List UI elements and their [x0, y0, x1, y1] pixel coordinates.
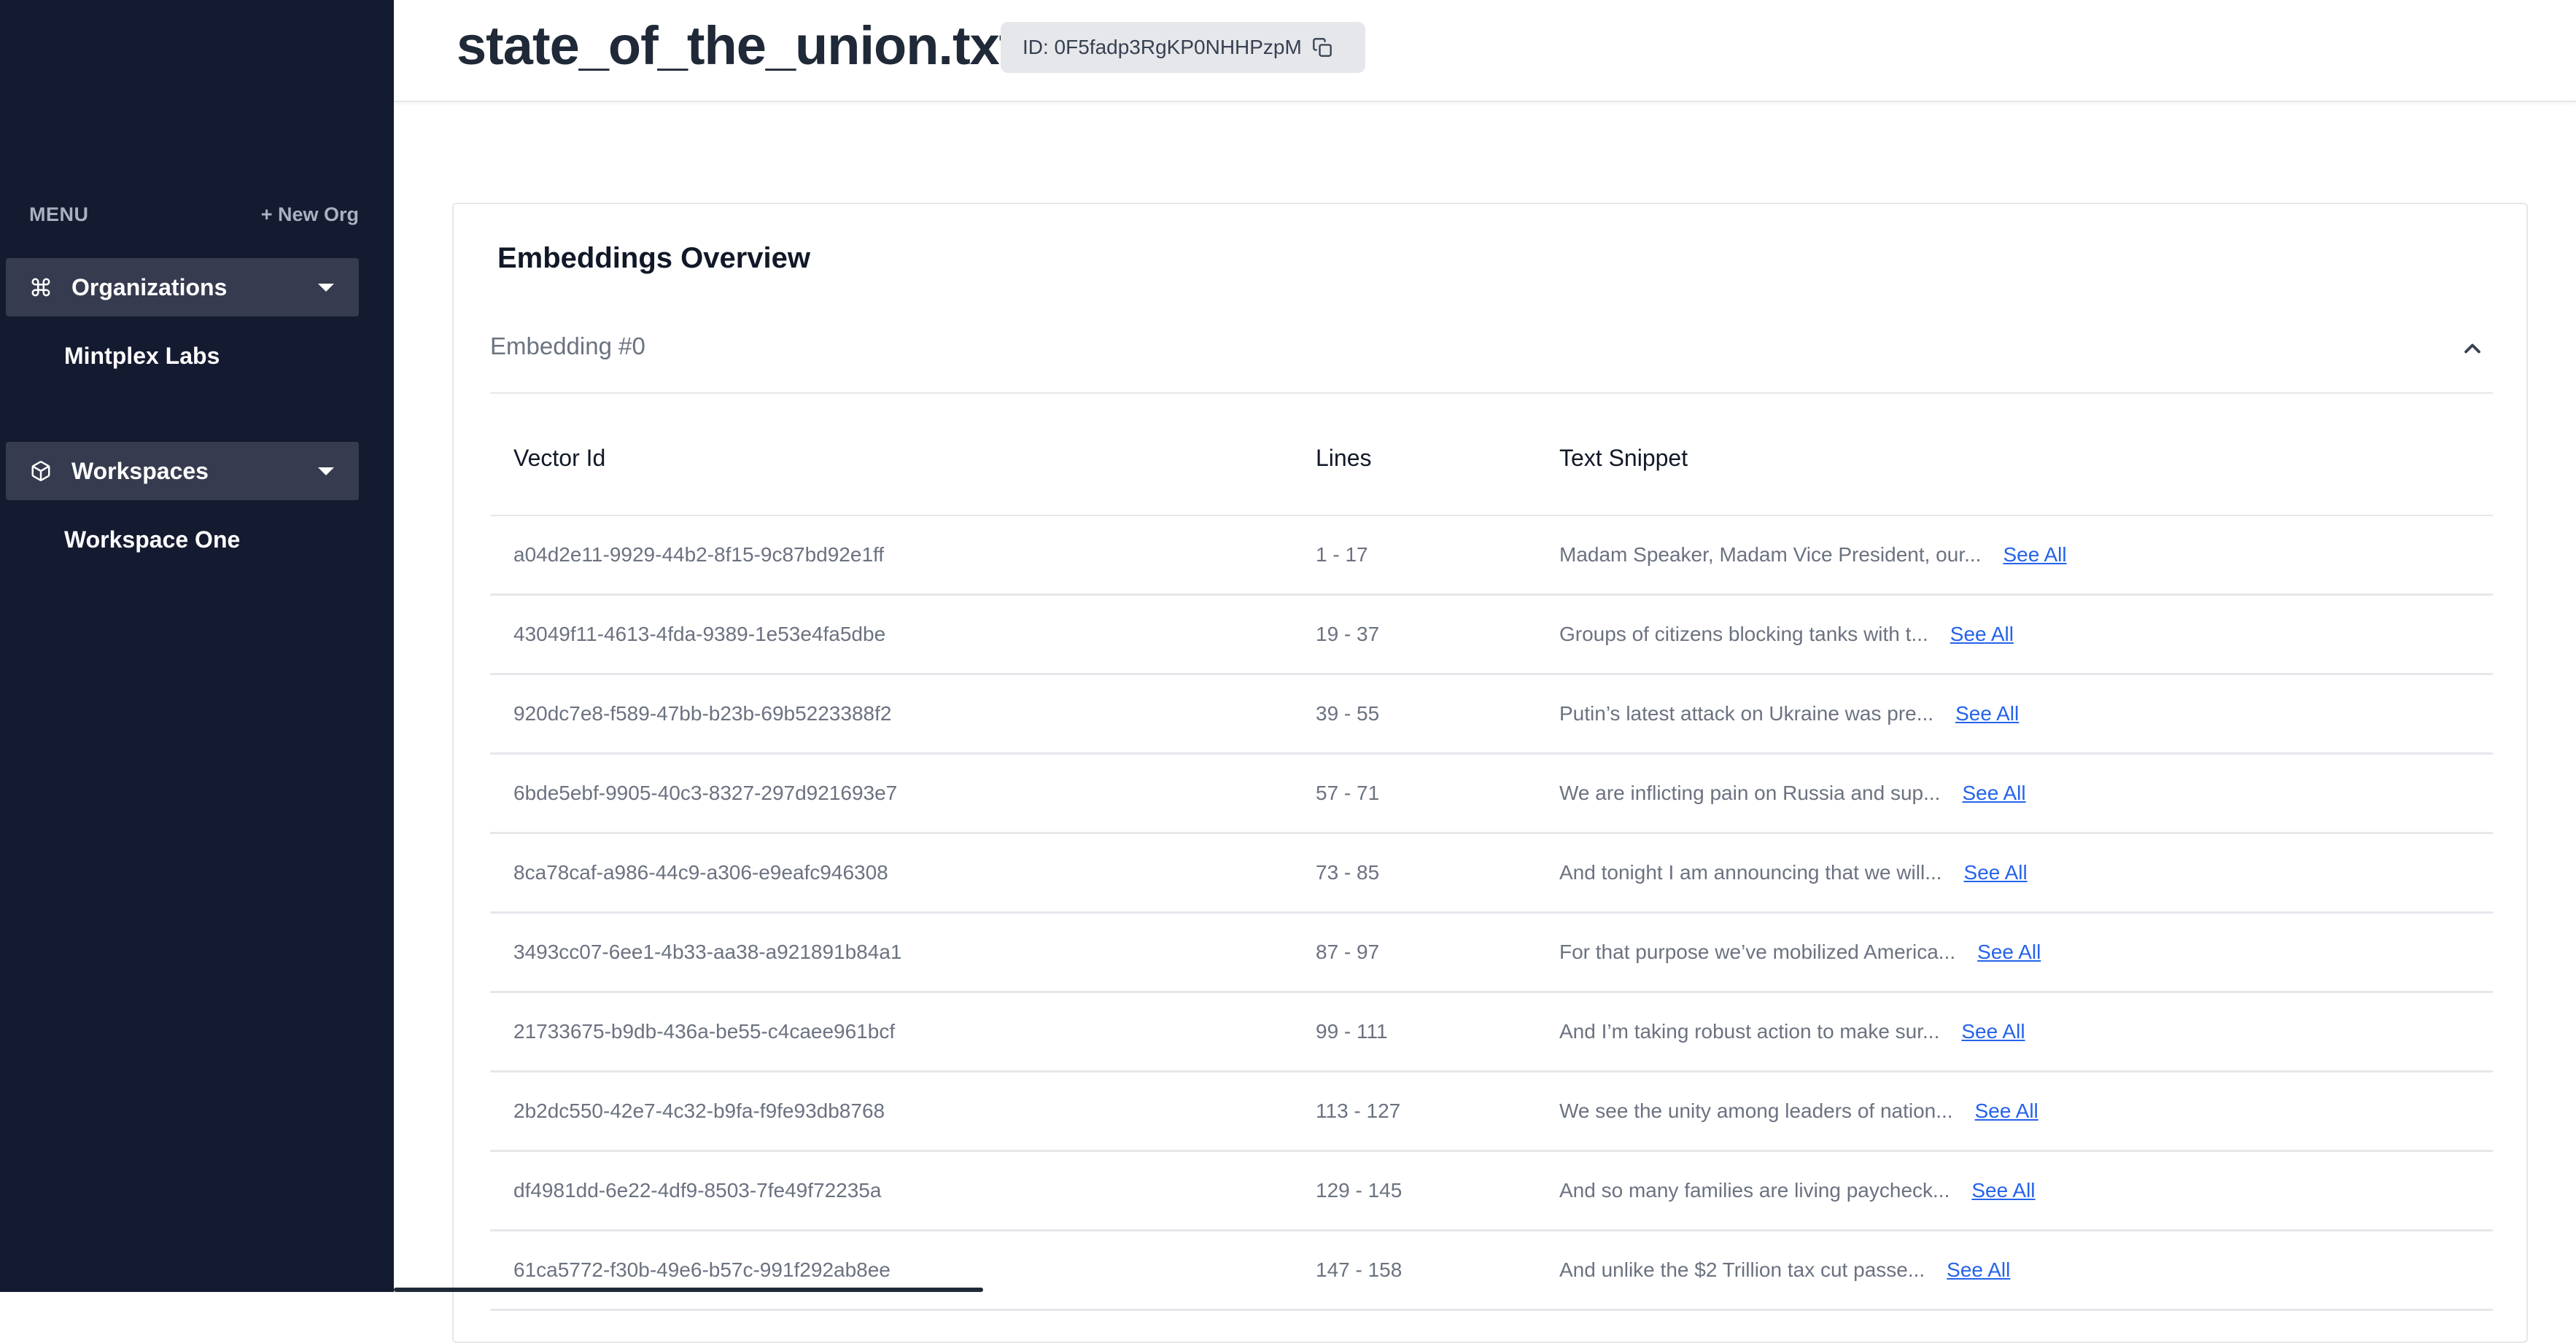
workspaces-toggle[interactable]: Workspaces: [6, 442, 359, 500]
see-all-link[interactable]: See All: [2003, 543, 2066, 566]
lines-cell: 1 - 17: [1292, 515, 1536, 596]
text-snippet: And so many families are living paycheck…: [1559, 1179, 1950, 1202]
vector-id-cell: 43049f11-4613-4fda-9389-1e53e4fa5dbe: [490, 594, 1292, 675]
box-icon: [28, 458, 54, 484]
lines-cell: 147 - 158: [1292, 1230, 1536, 1311]
text-snippet-cell: And so many families are living paycheck…: [1536, 1151, 2493, 1231]
text-snippet-cell: We are inflicting pain on Russia and sup…: [1536, 753, 2493, 834]
sidebar-item-workspace-one[interactable]: Workspace One: [64, 526, 240, 553]
lines-cell: 113 - 127: [1292, 1071, 1536, 1152]
see-all-link[interactable]: See All: [1962, 782, 2025, 804]
vector-id-cell: 21733675-b9db-436a-be55-c4caee961bcf: [490, 992, 1292, 1073]
lines-cell: 57 - 71: [1292, 753, 1536, 834]
workspaces-label: Workspaces: [71, 457, 209, 484]
column-header-text-snippet: Text Snippet: [1536, 445, 2493, 516]
lines-cell: 19 - 37: [1292, 594, 1536, 675]
sidebar-item-mintplex-labs[interactable]: Mintplex Labs: [64, 343, 220, 370]
lines-cell: 39 - 55: [1292, 674, 1536, 755]
new-org-button[interactable]: + New Org: [261, 203, 359, 226]
text-snippet: We see the unity among leaders of nation…: [1559, 1099, 1953, 1122]
card-title: Embeddings Overview: [497, 242, 811, 274]
document-id-text: ID: 0F5fadp3RgKP0NHHPzpM: [1023, 36, 1302, 58]
text-snippet-cell: And unlike the $2 Trillion tax cut passe…: [1536, 1230, 2493, 1311]
see-all-link[interactable]: See All: [1975, 1099, 2038, 1122]
lines-cell: 129 - 145: [1292, 1151, 1536, 1231]
embedding-accordion-header[interactable]: Embedding #0: [490, 332, 2493, 394]
page-title: state_of_the_union.txt: [457, 15, 1017, 76]
table-row: 21733675-b9db-436a-be55-c4caee961bcf 99 -…: [490, 992, 2493, 1073]
see-all-link[interactable]: See All: [1947, 1258, 2010, 1281]
table-row: 43049f11-4613-4fda-9389-1e53e4fa5dbe 19 -…: [490, 594, 2493, 675]
vector-id-cell: 3493cc07-6ee1-4b33-aa38-a921891b84a1: [490, 912, 1292, 993]
lines-cell: 99 - 111: [1292, 992, 1536, 1073]
text-snippet-cell: And I’m taking robust action to make sur…: [1536, 992, 2493, 1073]
text-snippet-cell: For that purpose we’ve mobilized America…: [1536, 912, 2493, 993]
menu-label: MENU: [29, 203, 89, 225]
text-snippet-cell: Madam Speaker, Madam Vice President, our…: [1536, 515, 2493, 596]
vector-id-cell: df4981dd-6e22-4df9-8503-7fe49f72235a: [490, 1151, 1292, 1231]
text-snippet: We are inflicting pain on Russia and sup…: [1559, 782, 1941, 804]
text-snippet: And I’m taking robust action to make sur…: [1559, 1020, 1940, 1043]
vector-id-cell: 2b2dc550-42e7-4c32-b9fa-f9fe93db8768: [490, 1071, 1292, 1152]
document-id-badge[interactable]: ID: 0F5fadp3RgKP0NHHPzpM: [1001, 22, 1365, 73]
table-row: 8ca78caf-a986-44c9-a306-e9eafc946308 73 -…: [490, 833, 2493, 914]
lines-cell: 87 - 97: [1292, 912, 1536, 993]
table-header-row: Vector Id Lines Text Snippet: [490, 445, 2493, 516]
vector-id-cell: 61ca5772-f30b-49e6-b57c-991f292ab8ee: [490, 1230, 1292, 1311]
chevron-up-icon[interactable]: [2459, 335, 2486, 362]
sidebar: MENU + New Org Organizations Mintplex La…: [0, 0, 394, 1292]
embedding-label: Embedding #0: [490, 332, 645, 359]
command-icon: [28, 274, 54, 300]
see-all-link[interactable]: See All: [1955, 702, 2019, 725]
lines-cell: 73 - 85: [1292, 833, 1536, 914]
text-snippet: For that purpose we’ve mobilized America…: [1559, 941, 1956, 963]
vector-id-cell: 6bde5ebf-9905-40c3-8327-297d921693e7: [490, 753, 1292, 834]
organizations-toggle[interactable]: Organizations: [6, 258, 359, 316]
see-all-link[interactable]: See All: [1964, 861, 2028, 884]
see-all-link[interactable]: See All: [1977, 941, 2041, 963]
table-row: 2b2dc550-42e7-4c32-b9fa-f9fe93db8768 113 …: [490, 1071, 2493, 1152]
caret-down-icon: [318, 283, 334, 292]
copy-icon[interactable]: [1312, 36, 1335, 59]
vectors-table: Vector Id Lines Text Snippet a04d2e11-99…: [490, 445, 2493, 1311]
menu-row: MENU + New Org: [29, 200, 359, 229]
text-snippet-cell: We see the unity among leaders of nation…: [1536, 1071, 2493, 1152]
table-row: 6bde5ebf-9905-40c3-8327-297d921693e7 57 -…: [490, 753, 2493, 834]
text-snippet-cell: Putin’s latest attack on Ukraine was pre…: [1536, 674, 2493, 755]
table-row: a04d2e11-9929-44b2-8f15-9c87bd92e1ff 1 - …: [490, 515, 2493, 596]
organizations-label: Organizations: [71, 273, 228, 300]
caret-down-icon: [318, 467, 334, 475]
vector-id-cell: a04d2e11-9929-44b2-8f15-9c87bd92e1ff: [490, 515, 1292, 596]
text-snippet: And tonight I am announcing that we will…: [1559, 861, 1942, 884]
text-snippet: And unlike the $2 Trillion tax cut passe…: [1559, 1258, 1925, 1281]
text-snippet-cell: And tonight I am announcing that we will…: [1536, 833, 2493, 914]
horizontal-scrollbar[interactable]: [394, 1288, 983, 1292]
table-row: 920dc7e8-f589-47bb-b23b-69b5223388f2 39 -…: [490, 674, 2493, 755]
text-snippet: Groups of citizens blocking tanks with t…: [1559, 623, 1928, 645]
text-snippet-cell: Groups of citizens blocking tanks with t…: [1536, 594, 2493, 675]
column-header-vector-id: Vector Id: [490, 445, 1292, 516]
text-snippet: Putin’s latest attack on Ukraine was pre…: [1559, 702, 1934, 725]
see-all-link[interactable]: See All: [1961, 1020, 2025, 1043]
see-all-link[interactable]: See All: [1950, 623, 2014, 645]
see-all-link[interactable]: See All: [1971, 1179, 2035, 1202]
text-snippet: Madam Speaker, Madam Vice President, our…: [1559, 543, 1982, 566]
embeddings-card: Embeddings Overview Embedding #0 Vector …: [452, 203, 2528, 1343]
table-row: 3493cc07-6ee1-4b33-aa38-a921891b84a1 87 -…: [490, 912, 2493, 993]
vector-id-cell: 8ca78caf-a986-44c9-a306-e9eafc946308: [490, 833, 1292, 914]
table-row: df4981dd-6e22-4df9-8503-7fe49f72235a 129 …: [490, 1151, 2493, 1231]
vector-id-cell: 920dc7e8-f589-47bb-b23b-69b5223388f2: [490, 674, 1292, 755]
column-header-lines: Lines: [1292, 445, 1536, 516]
table-row: 61ca5772-f30b-49e6-b57c-991f292ab8ee 147 …: [490, 1230, 2493, 1311]
top-header: state_of_the_union.txt ID: 0F5fadp3RgKP0…: [394, 0, 2576, 102]
